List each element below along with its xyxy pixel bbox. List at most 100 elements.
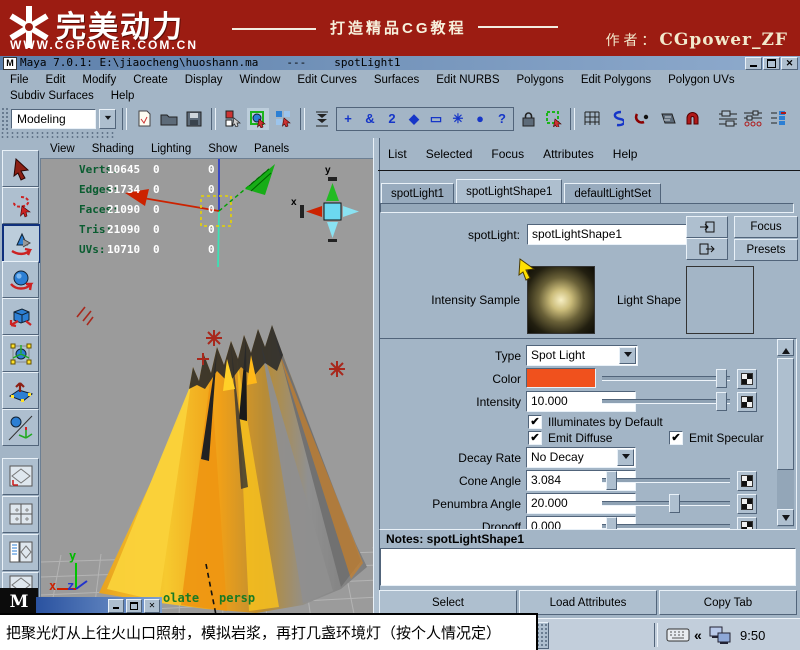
panel-menu-view[interactable]: View (48, 142, 77, 156)
snap-point-icon[interactable] (631, 108, 653, 130)
mask-surfaces-icon[interactable]: ◆ (403, 108, 425, 130)
intensity-texture-icon[interactable] (737, 392, 757, 412)
show-channel-box-icon[interactable] (767, 108, 789, 130)
ae-menu-help[interactable]: Help (611, 146, 640, 162)
panel-menu-show[interactable]: Show (206, 142, 239, 156)
load-selected-icon[interactable] (686, 216, 728, 238)
show-attribute-editor-icon[interactable] (717, 108, 739, 130)
penumbra-angle-slider-thumb[interactable] (669, 494, 680, 513)
menu-set-selector[interactable]: Modeling (11, 109, 96, 129)
save-scene-icon[interactable] (183, 108, 205, 130)
tray-expand-icon[interactable]: « (694, 627, 702, 643)
toolbar-grip[interactable] (1, 107, 8, 131)
mini-minimize-icon[interactable] (108, 599, 124, 613)
tab-defaultlightset[interactable]: defaultLightSet (564, 183, 661, 205)
minimize-icon[interactable] (745, 57, 762, 70)
menu-polygon-uvs[interactable]: Polygon UVs (666, 73, 736, 87)
light-shape-swatch[interactable] (686, 266, 754, 334)
menu-file[interactable]: File (8, 73, 31, 87)
menu-window[interactable]: Window (237, 73, 282, 87)
panel-menu-shading[interactable]: Shading (90, 142, 136, 156)
perspective-viewport[interactable]: Verts: 1064500 Edges: 3173400 Faces: 210… (40, 158, 379, 619)
copy-node-icon[interactable] (686, 238, 728, 260)
tray-clock[interactable]: 9:50 (740, 628, 765, 643)
select-tool-icon[interactable] (2, 150, 39, 187)
mask-lines-icon[interactable]: 2 (381, 108, 403, 130)
type-dropdown-arrow-icon[interactable] (619, 347, 636, 364)
menu-polygons[interactable]: Polygons (515, 73, 566, 87)
illuminates-checkbox[interactable]: ✔ (528, 415, 542, 429)
ae-vertical-scrollbar[interactable] (777, 339, 794, 527)
snap-grid-icon[interactable] (581, 108, 603, 130)
scroll-down-icon[interactable] (777, 509, 794, 526)
snap-curve-icon[interactable] (606, 108, 628, 130)
shelf-grip[interactable] (0, 131, 115, 138)
type-dropdown[interactable]: Spot Light (526, 345, 638, 366)
select-hierarchy-icon[interactable] (222, 108, 244, 130)
panel-menu-lighting[interactable]: Lighting (149, 142, 193, 156)
network-tray-icon[interactable] (708, 624, 732, 646)
show-tool-settings-icon[interactable] (742, 108, 764, 130)
dropoff-slider-thumb[interactable] (606, 517, 617, 530)
mask-rendering-icon[interactable]: ● (469, 108, 491, 130)
dropoff-slider[interactable] (602, 524, 730, 529)
menu-surfaces[interactable]: Surfaces (372, 73, 421, 87)
node-name-input[interactable]: spotLightShape1 (527, 224, 687, 245)
ae-menu-list[interactable]: List (386, 146, 409, 162)
menu-edit-polygons[interactable]: Edit Polygons (579, 73, 653, 87)
select-button[interactable]: Select (379, 590, 517, 615)
menu-edit[interactable]: Edit (44, 73, 68, 87)
ae-menu-selected[interactable]: Selected (424, 146, 475, 162)
scroll-thumb[interactable] (777, 358, 794, 470)
menu-edit-curves[interactable]: Edit Curves (295, 73, 358, 87)
move-tool-icon[interactable] (2, 224, 41, 263)
snap-mode-chevrons-icon[interactable] (311, 108, 333, 130)
layout-four-pane-icon[interactable] (2, 496, 39, 533)
keyboard-tray-icon[interactable] (666, 627, 690, 643)
emit-diffuse-checkbox[interactable]: ✔ (528, 431, 542, 445)
rotate-tool-icon[interactable] (2, 261, 39, 298)
show-manipulator-tool-icon[interactable] (2, 409, 39, 446)
snap-plane-icon[interactable] (656, 108, 678, 130)
emit-specular-checkbox[interactable]: ✔ (669, 431, 683, 445)
cone-angle-texture-icon[interactable] (737, 471, 757, 491)
minimized-window-titlebar[interactable]: ✕ (36, 597, 162, 614)
cone-angle-slider-thumb[interactable] (606, 471, 617, 490)
universal-manipulator-icon[interactable] (2, 335, 39, 372)
color-slider[interactable] (602, 376, 730, 381)
intensity-slider[interactable] (602, 399, 730, 404)
notes-textarea[interactable] (380, 548, 796, 586)
open-scene-icon[interactable] (158, 108, 180, 130)
menu-create[interactable]: Create (131, 73, 170, 87)
color-texture-icon[interactable] (737, 369, 757, 389)
load-attributes-button[interactable]: Load Attributes (519, 590, 657, 615)
make-live-icon[interactable] (681, 108, 703, 130)
mask-deformers-icon[interactable]: ✳ (447, 108, 469, 130)
tab-spotlightshape1[interactable]: spotLightShape1 (456, 179, 562, 205)
menu-help[interactable]: Help (109, 89, 137, 103)
ae-menu-focus[interactable]: Focus (489, 146, 526, 162)
new-scene-icon[interactable] (133, 108, 155, 130)
mask-curves-icon[interactable]: & (359, 108, 381, 130)
ae-menu-attributes[interactable]: Attributes (541, 146, 596, 162)
intensity-slider-thumb[interactable] (716, 392, 727, 411)
scale-tool-icon[interactable] (2, 298, 39, 335)
color-slider-thumb[interactable] (716, 369, 727, 388)
lock-icon[interactable] (517, 108, 539, 130)
layout-single-pane-icon[interactable] (2, 458, 39, 495)
lasso-tool-icon[interactable] (2, 187, 39, 224)
scroll-up-icon[interactable] (777, 339, 794, 356)
soft-modification-tool-icon[interactable] (2, 372, 39, 409)
mask-misc-icon[interactable]: ? (491, 108, 513, 130)
penumbra-angle-slider[interactable] (602, 501, 730, 506)
panel-menu-panels[interactable]: Panels (252, 142, 291, 156)
select-component-icon[interactable] (272, 108, 294, 130)
dropoff-texture-icon[interactable] (737, 517, 757, 530)
color-swatch[interactable] (526, 368, 596, 388)
menu-set-dropdown-icon[interactable] (99, 109, 116, 129)
tab-scroll-track[interactable] (380, 203, 794, 213)
menu-edit-nurbs[interactable]: Edit NURBS (434, 73, 501, 87)
highlight-selection-icon[interactable] (542, 108, 564, 130)
window-titlebar[interactable]: M Maya 7.0.1: E:\jiaocheng\huoshann.ma -… (0, 56, 800, 70)
layout-outliner-persp-icon[interactable] (2, 534, 39, 571)
